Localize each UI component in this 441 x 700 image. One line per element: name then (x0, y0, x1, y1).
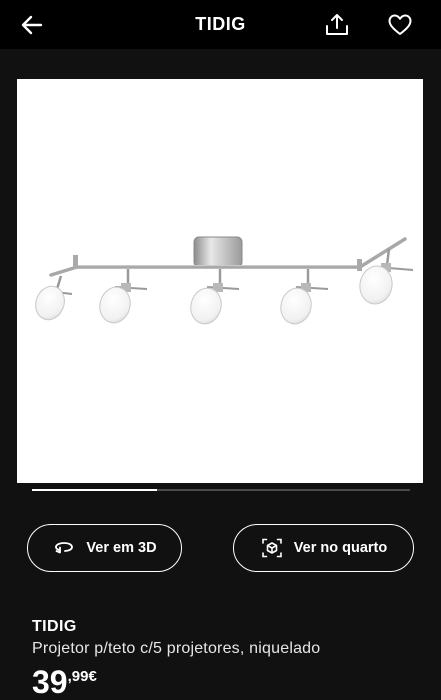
top-app-bar: TIDIG (0, 0, 441, 49)
product-name: TIDIG (32, 618, 77, 635)
ceiling-spotlight-illustration (35, 236, 414, 325)
price-integer: 39 (32, 664, 68, 700)
page-title: TIDIG (195, 14, 246, 34)
product-description: Projetor p/teto c/5 projetores, niquelad… (32, 640, 321, 657)
view-in-room-button[interactable]: Ver no quarto (233, 524, 414, 572)
heart-icon[interactable] (386, 11, 414, 39)
view-3d-button[interactable]: Ver em 3D (27, 524, 182, 572)
view-in-room-label: Ver no quarto (293, 540, 388, 556)
ar-cube-icon (260, 536, 284, 560)
rotate-3d-icon (52, 536, 76, 560)
carousel-progress-fill (32, 489, 157, 491)
product-image[interactable] (17, 79, 423, 483)
price-decimal: ,99€ (67, 668, 97, 685)
view-3d-label: Ver em 3D (86, 540, 157, 556)
share-icon[interactable] (323, 11, 351, 39)
product-price: 39 ,99€ (32, 664, 97, 700)
image-carousel-progress (32, 489, 410, 491)
